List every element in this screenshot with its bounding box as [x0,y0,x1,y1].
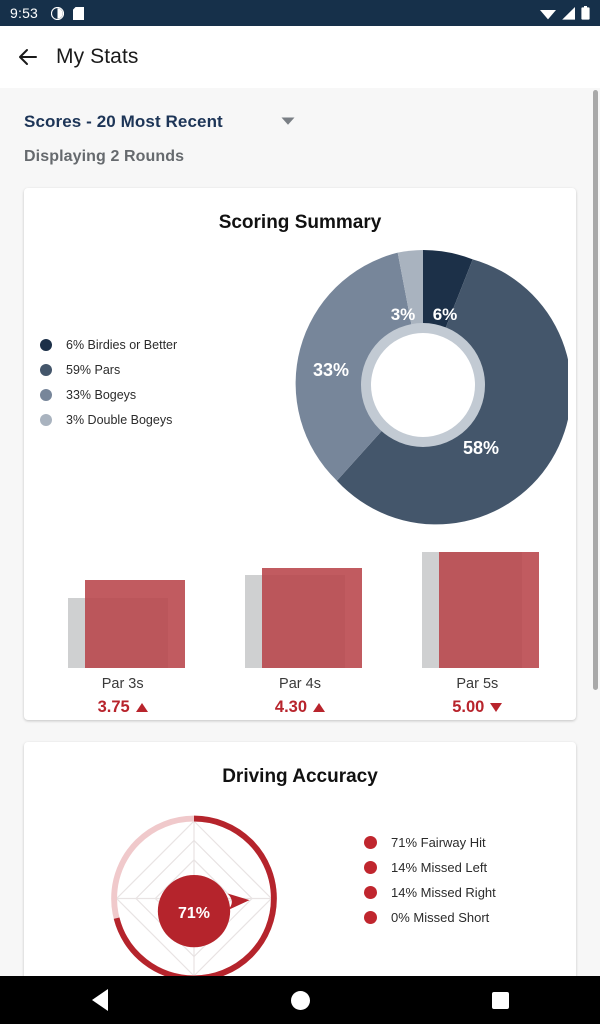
par-value-text-par4: 4.30 [274,698,308,716]
nav-home-icon [290,990,310,1010]
score-filter-label: Scores - 20 Most Recent [24,112,223,131]
legend-label-fairway-hit: 71% Fairway Hit [391,835,486,850]
legend-item-pars: 59% Pars [40,357,177,382]
par-value-text-par5: 5.00 [452,698,485,716]
par-column-par3: Par 3s 3.75 [34,550,211,720]
legend-item-missed-right: 14% Missed Right [364,880,496,905]
android-nav-bar [0,976,600,1024]
par-value-par3: 3.75 [98,698,148,717]
legend-dot-missed-right [364,886,377,899]
sd-card-icon [73,6,85,20]
contrast-circle-icon [51,6,65,20]
driving-accuracy-gauge: 71% [84,806,304,976]
rounds-count-label: Displaying 2 Rounds [24,148,185,165]
par-graph-par5 [417,550,540,668]
status-right-icons [540,6,590,20]
trend-up-icon-par4 [313,703,326,712]
driving-accuracy-area: 71% 71% Fairway Hit 14% Missed Left 14% [24,788,576,976]
legend-item-fairway-hit: 71% Fairway Hit [364,830,496,855]
par-bars-chart: Par 3s 3.75 Par 4s 4.30 Par 5s 5.00 [24,550,576,720]
legend-dot-birdies [40,338,52,351]
par-value-text-par3: 3.75 [97,698,130,716]
donut-label-double-bogeys: 3% [391,305,416,324]
legend-item-birdies: 6% Birdies or Better [40,332,177,357]
nav-back-icon [92,989,108,1011]
status-left-icons [51,6,85,20]
nav-back-button[interactable] [55,976,145,1024]
cellular-signal-icon [562,6,575,20]
donut-label-bogeys: 33% [313,360,349,380]
nav-home-button[interactable] [255,976,345,1024]
par-graph-par4 [240,550,362,668]
legend-dot-pars [40,363,52,376]
par-column-par4: Par 4s 4.30 [211,550,388,720]
scoring-summary-title: Scoring Summary [218,212,382,233]
gauge-pointer-icon [227,893,250,911]
back-arrow-icon [19,49,37,65]
vertical-scrollbar[interactable] [593,90,598,690]
legend-dot-missed-short [364,911,377,924]
par-label-par3: Par 3s [101,676,144,692]
legend-item-double-bogeys: 3% Double Bogeys [40,407,177,432]
app-bar: My Stats [0,26,600,88]
scoring-summary-card: Scoring Summary 6% Birdies or Better 59%… [24,188,576,720]
gauge-center-value: 71% [178,905,210,922]
legend-label-missed-short: 0% Missed Short [391,910,490,925]
donut-label-pars: 58% [463,438,499,458]
par-column-par5: Par 5s 5.00 [389,550,566,720]
par-graph-par3 [63,550,185,668]
page-title: My Stats [56,45,139,68]
scoring-donut-chart: 3% 6% 33% 58% [278,240,572,535]
par-label-par5: Par 5s [456,676,499,692]
trend-down-icon-par5 [490,703,503,712]
legend-label-bogeys: 33% Bogeys [66,387,137,402]
status-bar: 9:53 [0,0,600,26]
scoring-donut-area: 6% Birdies or Better 59% Pars 33% Bogeys… [24,234,576,550]
scoring-legend: 6% Birdies or Better 59% Pars 33% Bogeys… [40,332,177,432]
app-screen: 9:53 My Stats Scores - 20 Most Recent Di… [0,0,600,1024]
wifi-icon [540,9,556,19]
nav-recents-icon [491,991,509,1009]
par-bar-score-par4 [261,568,362,668]
par-bar-score-par5 [439,552,540,668]
par-value-par5: 5.00 [452,698,503,717]
donut-label-birdies: 6% [433,305,458,324]
driving-accuracy-card: Driving Accuracy 71% 71% Fairway Hit 14%… [24,742,576,976]
legend-label-pars: 59% Pars [66,362,121,377]
driving-accuracy-title: Driving Accuracy [222,766,378,787]
nav-recents-button[interactable] [455,976,545,1024]
donut-hole [371,333,475,437]
legend-label-missed-left: 14% Missed Left [391,860,488,875]
driving-accuracy-legend: 71% Fairway Hit 14% Missed Left 14% Miss… [364,830,496,930]
battery-icon [581,6,590,20]
scroll-content[interactable]: Scores - 20 Most Recent Displaying 2 Rou… [0,88,600,976]
chevron-down-icon[interactable] [281,113,295,131]
back-button[interactable] [0,45,56,69]
legend-item-missed-left: 14% Missed Left [364,855,496,880]
legend-label-missed-right: 14% Missed Right [391,885,496,900]
status-time: 9:53 [10,5,39,21]
par-bar-score-par3 [84,580,185,668]
par-label-par4: Par 4s [279,676,321,692]
legend-dot-bogeys [40,388,52,401]
trend-up-icon-par3 [135,703,148,712]
legend-label-birdies: 6% Birdies or Better [66,337,178,352]
legend-dot-missed-left [364,861,377,874]
legend-item-missed-short: 0% Missed Short [364,905,496,930]
score-filter-dropdown[interactable]: Scores - 20 Most Recent [0,88,600,132]
legend-label-double-bogeys: 3% Double Bogeys [66,412,173,427]
par-value-par4: 4.30 [274,698,326,717]
legend-dot-double-bogeys [40,413,52,426]
legend-item-bogeys: 33% Bogeys [40,382,177,407]
legend-dot-fairway-hit [364,836,377,849]
